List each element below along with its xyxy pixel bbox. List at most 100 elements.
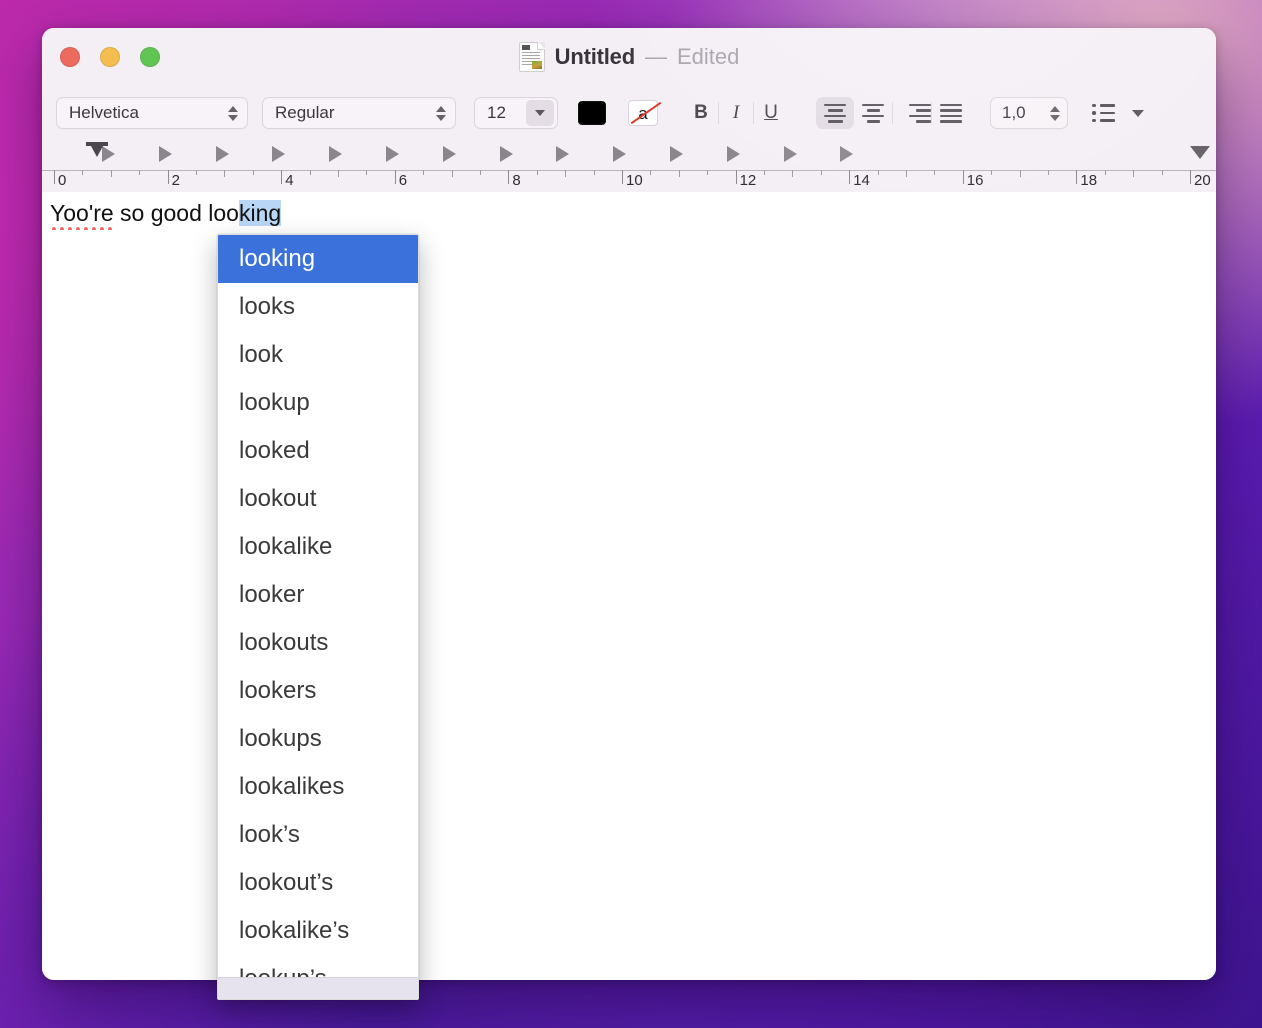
left-indent-marker[interactable] <box>86 142 108 157</box>
suggestion-item[interactable]: lookers <box>218 667 418 715</box>
spelling-suggestions-popup[interactable]: looking looks look lookup looked lookout looka… <box>217 234 419 1000</box>
suggestion-item[interactable]: looking <box>218 235 418 283</box>
suggestion-item[interactable]: looked <box>218 427 418 475</box>
ruler-label: 0 <box>58 172 67 189</box>
chevron-updown-icon[interactable] <box>433 102 449 124</box>
suggestion-item[interactable]: lookalike <box>218 523 418 571</box>
suggestion-item[interactable]: lookalikes <box>218 763 418 811</box>
suggestion-item[interactable]: lookup’s <box>218 955 418 977</box>
close-button[interactable] <box>60 47 80 67</box>
tab-stop-marker[interactable] <box>215 146 229 162</box>
tab-stop-marker[interactable] <box>556 146 570 162</box>
font-style-value: Regular <box>275 103 335 122</box>
font-size-select[interactable]: 12 <box>474 97 558 129</box>
line-spacing-select[interactable]: 1,0 <box>990 97 1068 129</box>
format-toolbar: Helvetica Regular 12 a <box>42 86 1216 140</box>
suggestion-item[interactable]: look <box>218 331 418 379</box>
bold-button[interactable]: B <box>684 98 718 128</box>
ruler-tick <box>622 170 623 184</box>
suggestion-item[interactable]: lookalike’s <box>218 907 418 955</box>
align-center-button[interactable] <box>854 97 892 129</box>
align-left-button[interactable] <box>816 97 854 129</box>
tab-stop-marker[interactable] <box>670 146 683 162</box>
underline-button[interactable]: U <box>754 98 788 128</box>
ruler-tick <box>678 170 680 177</box>
ruler-tick <box>196 170 197 175</box>
tab-stop-marker[interactable] <box>329 146 343 162</box>
ruler-tick <box>508 170 510 184</box>
suggestion-item[interactable]: looks <box>218 283 418 331</box>
textedit-document-icon <box>518 42 545 72</box>
tab-stop-marker[interactable] <box>613 146 627 162</box>
document-text-middle: so good loo <box>113 200 239 226</box>
suggestion-item[interactable]: lookouts <box>218 619 418 667</box>
tab-stop-marker[interactable] <box>386 146 399 162</box>
ruler-tick <box>593 170 595 175</box>
misspelled-word[interactable]: Yoo're <box>50 200 114 226</box>
align-right-button[interactable] <box>893 97 931 129</box>
tab-stop-marker[interactable] <box>726 146 740 162</box>
document-line[interactable]: Yoo're so good looking <box>50 198 282 228</box>
suggestion-item[interactable]: looker <box>218 571 418 619</box>
ruler-tick <box>480 170 481 175</box>
suggestion-list[interactable]: looking looks look lookup looked lookout looka… <box>218 235 418 977</box>
ruler-label: 16 <box>966 172 984 189</box>
suggestion-item[interactable]: lookups <box>218 715 418 763</box>
ruler-label: 4 <box>285 172 294 189</box>
text-color-swatch[interactable] <box>578 101 606 125</box>
page-title: Untitled <box>554 44 635 69</box>
zoom-button[interactable] <box>140 47 160 67</box>
ruler-tick <box>820 170 822 175</box>
suggestion-item[interactable]: lookout <box>218 475 418 523</box>
tab-stop-marker[interactable] <box>272 146 286 162</box>
ruler-tick <box>423 170 425 175</box>
ruler-tick <box>792 170 794 177</box>
text-highlight-button[interactable]: a <box>628 100 662 126</box>
ruler-tick <box>252 170 254 175</box>
ruler-tick <box>1019 170 1021 177</box>
align-justify-button[interactable] <box>932 97 970 129</box>
suggestion-item[interactable]: lookup <box>218 379 418 427</box>
ruler-tick <box>1190 170 1191 184</box>
chevron-updown-icon[interactable] <box>225 102 241 124</box>
chevron-down-icon[interactable] <box>1132 109 1144 117</box>
ruler-label: 18 <box>1080 172 1098 189</box>
selected-text[interactable]: king <box>238 200 282 226</box>
font-family-select[interactable]: Helvetica <box>56 97 248 129</box>
ruler-tick <box>394 170 396 184</box>
tab-stop-marker[interactable] <box>840 146 854 162</box>
ruler-tick <box>536 170 538 175</box>
ruler-label: 12 <box>739 172 757 189</box>
ruler-tick <box>991 170 993 175</box>
list-style-group[interactable] <box>1092 103 1144 123</box>
ruler[interactable]: 0 2 4 6 8 10 12 14 16 18 20 <box>42 140 1216 192</box>
window-title-group: Untitled — Edited <box>42 42 1216 72</box>
font-size-value: 12 <box>487 103 506 122</box>
ruler-tick <box>451 170 453 177</box>
ruler-tick <box>366 170 368 175</box>
chevron-down-icon[interactable] <box>526 100 554 126</box>
suggestion-list-footer <box>218 977 418 999</box>
suggestion-item[interactable]: look’s <box>218 811 418 859</box>
tab-stop-marker[interactable] <box>783 146 797 162</box>
font-style-select[interactable]: Regular <box>262 97 456 129</box>
italic-button[interactable]: I <box>719 98 753 128</box>
ruler-tick <box>1161 170 1163 175</box>
ruler-label: 10 <box>626 172 643 189</box>
ruler-label: 2 <box>171 172 180 189</box>
suggestion-item[interactable]: lookout’s <box>218 859 418 907</box>
desktop-background: Untitled — Edited Helvetica Regular 12 B… <box>0 0 1262 1028</box>
ruler-tick <box>139 170 141 175</box>
chevron-updown-icon[interactable] <box>1047 102 1063 124</box>
right-indent-marker[interactable] <box>1190 146 1210 159</box>
ruler-tick <box>877 170 879 175</box>
tab-stop-marker[interactable] <box>158 146 172 162</box>
tab-stop-marker[interactable] <box>499 146 513 162</box>
tab-stop-marker[interactable] <box>442 146 456 162</box>
ruler-label: 6 <box>398 172 408 189</box>
minimize-button[interactable] <box>100 47 120 67</box>
font-family-value: Helvetica <box>69 103 139 122</box>
bullet-list-icon[interactable] <box>1092 103 1116 123</box>
ruler-tick <box>1104 170 1106 175</box>
text-style-group: B I U <box>684 98 788 128</box>
